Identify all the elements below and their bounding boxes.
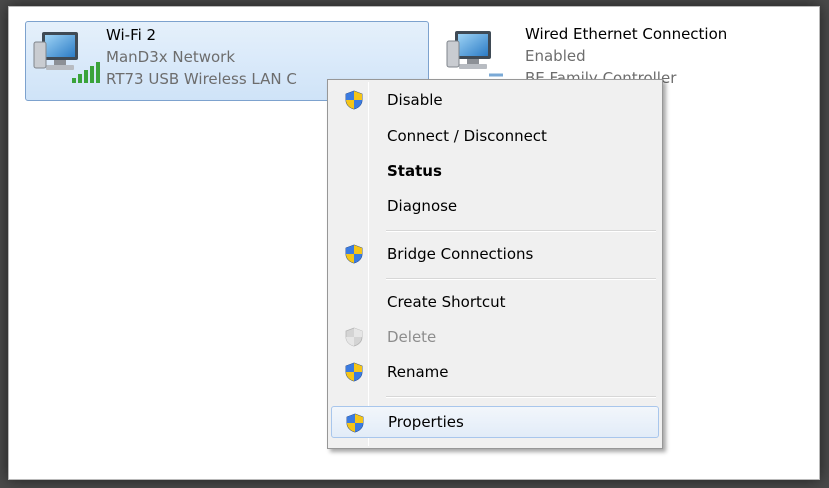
uac-shield-icon	[345, 90, 363, 110]
menu-item-label: Diagnose	[387, 197, 458, 215]
uac-shield-icon	[345, 327, 363, 347]
menu-item-label: Status	[387, 162, 442, 180]
menu-separator	[386, 396, 656, 398]
menu-item-label: Connect / Disconnect	[387, 127, 547, 145]
menu-item-label: Delete	[387, 328, 437, 346]
adapter-network: ManD3x Network	[106, 48, 236, 66]
network-adapter-icon	[445, 27, 507, 85]
menu-item-label: Bridge Connections	[387, 245, 534, 263]
adapter-name: Wired Ethernet Connection	[525, 25, 728, 43]
menu-item-connect-disconnect[interactable]: Connect / Disconnect	[331, 120, 659, 152]
menu-separator	[386, 230, 656, 232]
menu-item-status[interactable]: Status	[331, 155, 659, 187]
menu-item-label: Create Shortcut	[387, 293, 506, 311]
menu-item-label: Rename	[387, 363, 449, 381]
menu-item-create-shortcut[interactable]: Create Shortcut	[331, 286, 659, 318]
uac-shield-icon	[345, 244, 363, 264]
context-menu: Disable Connect / Disconnect Status Diag…	[327, 79, 663, 449]
menu-item-disable[interactable]: Disable	[331, 84, 659, 116]
menu-item-diagnose[interactable]: Diagnose	[331, 190, 659, 222]
network-connections-window: Wi-Fi 2 ManD3x Network RT73 USB Wireless…	[8, 6, 820, 480]
menu-item-delete: Delete	[331, 321, 659, 353]
menu-item-bridge-connections[interactable]: Bridge Connections	[331, 238, 659, 270]
menu-separator	[386, 278, 656, 280]
adapter-device: RT73 USB Wireless LAN C	[106, 70, 297, 88]
uac-shield-icon	[346, 413, 364, 433]
menu-item-label: Properties	[388, 413, 464, 431]
menu-item-properties[interactable]: Properties	[331, 406, 659, 438]
menu-item-rename[interactable]: Rename	[331, 356, 659, 388]
adapter-name: Wi-Fi 2	[106, 26, 157, 44]
network-adapter-icon	[32, 28, 100, 86]
adapter-status: Enabled	[525, 47, 586, 65]
uac-shield-icon	[345, 362, 363, 382]
wifi-signal-icon	[72, 62, 100, 83]
menu-item-label: Disable	[387, 91, 443, 109]
